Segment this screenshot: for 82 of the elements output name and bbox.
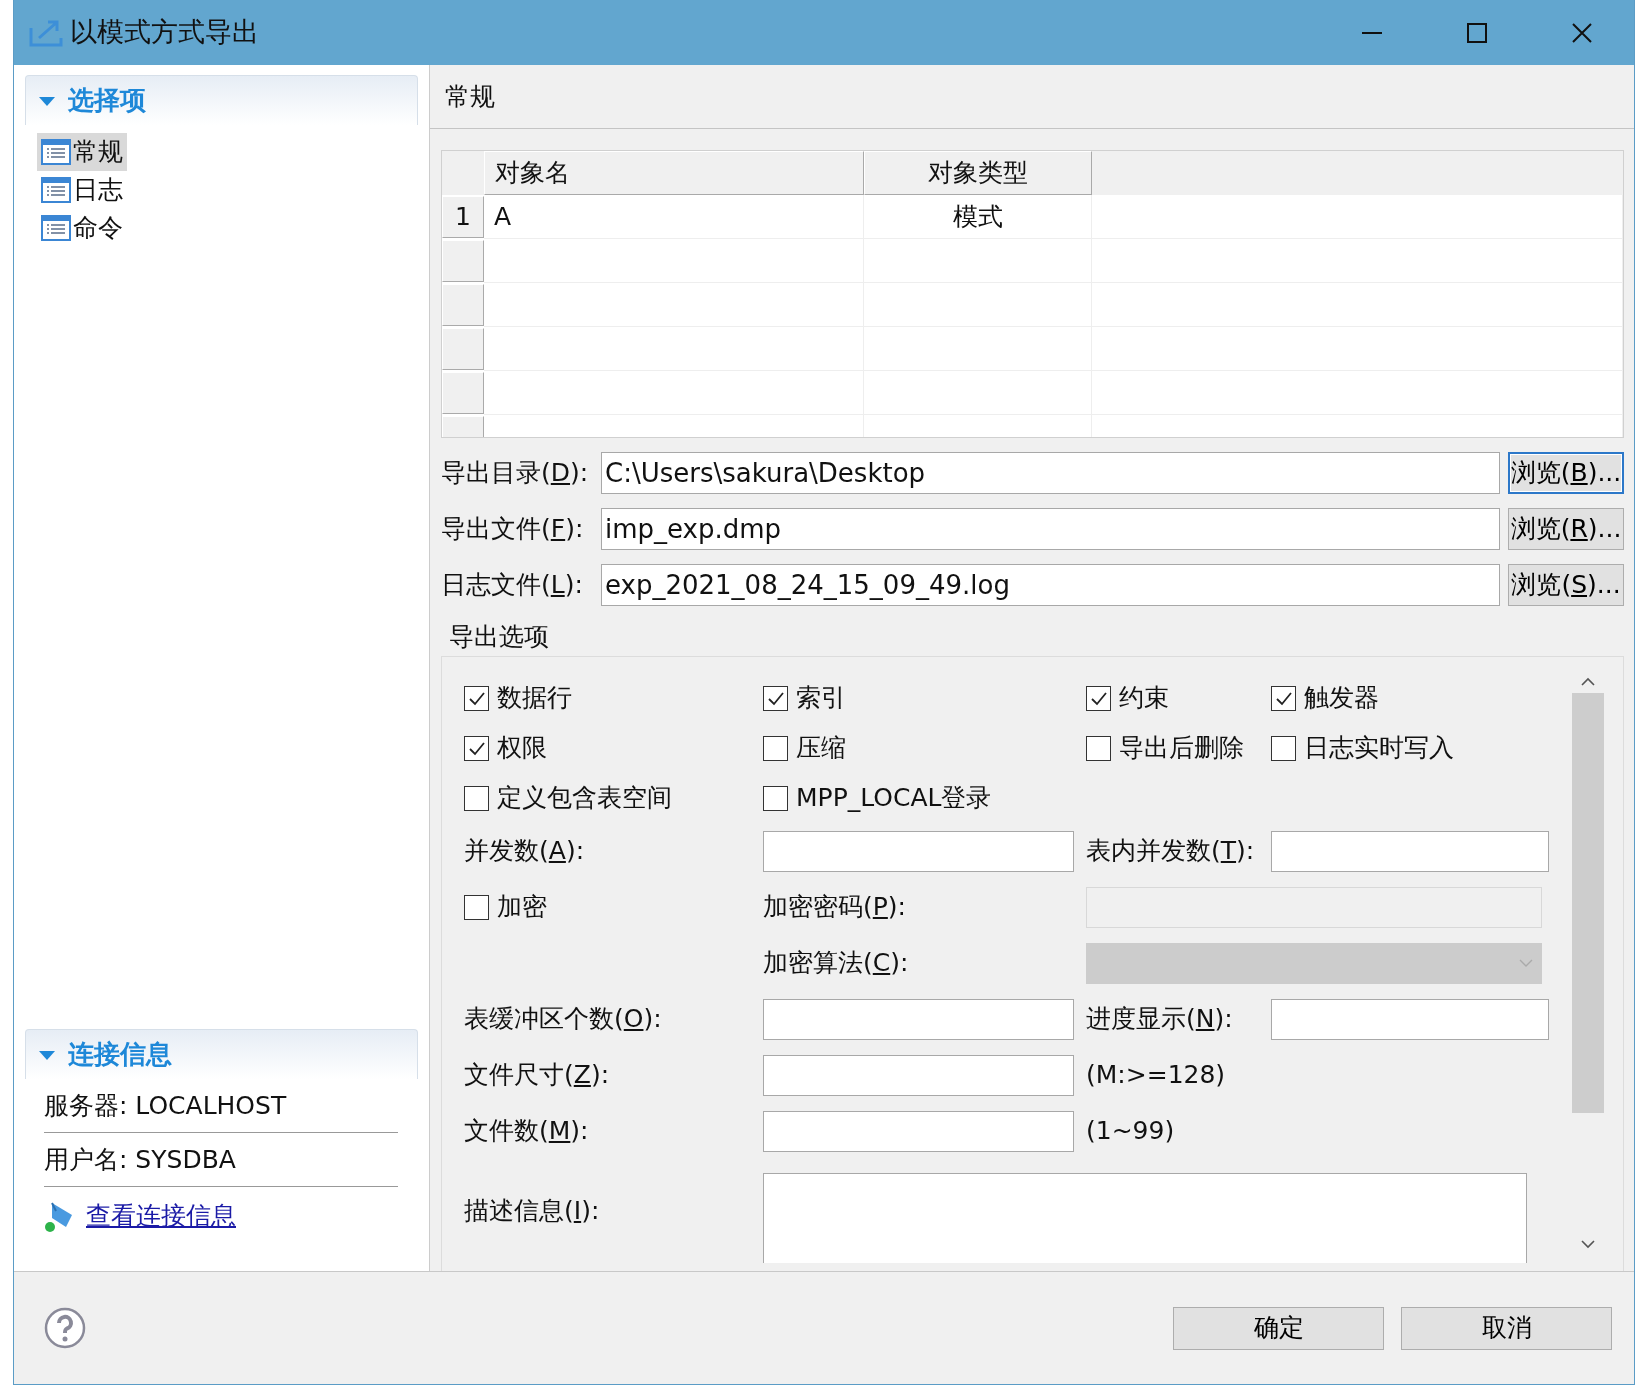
table-cell: 模式 <box>864 195 1092 239</box>
checkbox[interactable] <box>1086 685 1111 711</box>
hint-text: (M:>=128) <box>1086 1059 1226 1092</box>
field-label: 描述信息(I): <box>464 1195 600 1228</box>
checkbox-label: 数据行 <box>497 682 572 715</box>
checkbox[interactable] <box>1271 685 1296 711</box>
scroll-down-icon <box>1581 1239 1595 1249</box>
browse-button[interactable]: 浏览(S)... <box>1508 564 1624 606</box>
row-header[interactable]: 1 <box>442 196 484 238</box>
column-header[interactable]: 对象类型 <box>864 151 1092 195</box>
path-field[interactable]: imp_exp.dmp <box>601 508 1500 550</box>
checkbox-label: 压缩 <box>796 732 846 765</box>
field-label: 加密算法(C): <box>763 947 909 980</box>
checkbox-label: 索引 <box>796 682 846 715</box>
checkbox-label: 约束 <box>1119 682 1169 715</box>
checkbox[interactable] <box>763 685 788 711</box>
checkbox-label: 日志实时写入 <box>1304 732 1454 765</box>
chevron-icon <box>1519 958 1533 968</box>
table-cell: A <box>484 195 864 239</box>
hint-text: (1~99) <box>1086 1115 1175 1148</box>
field-label: 文件数(M): <box>464 1115 589 1148</box>
check-icon <box>467 740 486 756</box>
tree-item[interactable]: 日志 <box>37 171 127 209</box>
maximize-icon[interactable] <box>1465 21 1488 44</box>
list-icon <box>41 139 71 165</box>
checkbox-label: 加密 <box>497 891 547 924</box>
check-icon <box>1089 690 1108 706</box>
window-title: 以模式方式导出 <box>70 15 259 50</box>
field-label: 文件尺寸(Z): <box>464 1059 610 1092</box>
field-label: 加密密码(P): <box>763 891 907 924</box>
check-icon <box>766 690 785 706</box>
checkbox-label: MPP_LOCAL登录 <box>796 782 992 815</box>
view-connection-link[interactable]: 查看连接信息 <box>86 1197 236 1235</box>
checkbox[interactable] <box>464 894 489 920</box>
info-text: 用户名: SYSDBA <box>44 1133 398 1187</box>
path-field[interactable]: C:\Users\sakura\Desktop <box>601 452 1500 494</box>
input-field[interactable] <box>1271 830 1549 872</box>
tree-item[interactable]: 常规 <box>37 133 127 171</box>
checkbox-label: 定义包含表空间 <box>497 782 672 815</box>
checkbox-label: 权限 <box>497 732 547 765</box>
section-title: 连接信息 <box>68 1038 172 1071</box>
dialog-button[interactable]: 取消 <box>1401 1306 1612 1350</box>
checkbox[interactable] <box>763 735 788 761</box>
field-label: 进度显示(N): <box>1086 1003 1233 1036</box>
tree-item[interactable]: 命令 <box>37 209 127 247</box>
help-icon[interactable] <box>44 1307 86 1349</box>
check-icon <box>467 690 486 706</box>
list-icon <box>41 215 71 241</box>
input-field[interactable] <box>763 830 1074 872</box>
page-title: 常规 <box>430 65 1634 129</box>
section-title: 选择项 <box>68 84 146 117</box>
dialog-button[interactable]: 确定 <box>1173 1306 1384 1350</box>
path-field[interactable]: exp_2021_08_24_15_09_49.log <box>601 564 1500 606</box>
input-field[interactable] <box>763 998 1074 1040</box>
field-label: 日志文件(L): <box>441 569 584 602</box>
field-label: 导出文件(F): <box>441 513 585 546</box>
checkbox[interactable] <box>464 735 489 761</box>
info-text: 服务器: LOCALHOST <box>44 1079 398 1133</box>
field-label: 表缓冲区个数(O): <box>464 1003 662 1036</box>
checkbox-label: 导出后删除 <box>1119 732 1244 765</box>
scrollbar-thumb[interactable] <box>1572 693 1604 1113</box>
checkbox[interactable] <box>464 685 489 711</box>
scroll-up-icon <box>1581 677 1595 687</box>
checkbox[interactable] <box>763 785 788 811</box>
input-field[interactable] <box>763 1110 1074 1152</box>
field-label: 表内并发数(T): <box>1086 835 1255 868</box>
input-field[interactable] <box>1271 998 1549 1040</box>
field-label: 导出目录(D): <box>441 457 590 490</box>
checkbox[interactable] <box>1086 735 1111 761</box>
browse-button[interactable]: 浏览(R)... <box>1508 508 1624 550</box>
header-corner <box>442 151 484 195</box>
list-icon <box>41 177 71 203</box>
checkbox-label: 触发器 <box>1304 682 1379 715</box>
checkbox[interactable] <box>464 785 489 811</box>
input-field[interactable] <box>763 1054 1074 1096</box>
close-icon[interactable] <box>1570 21 1593 44</box>
field-label: 并发数(A): <box>464 835 585 868</box>
check-icon <box>1274 690 1293 706</box>
column-header[interactable]: 对象名 <box>484 151 864 195</box>
group-title: 导出选项 <box>448 621 549 654</box>
browse-button[interactable]: 浏览(B)... <box>1508 452 1624 494</box>
checkbox[interactable] <box>1271 735 1296 761</box>
